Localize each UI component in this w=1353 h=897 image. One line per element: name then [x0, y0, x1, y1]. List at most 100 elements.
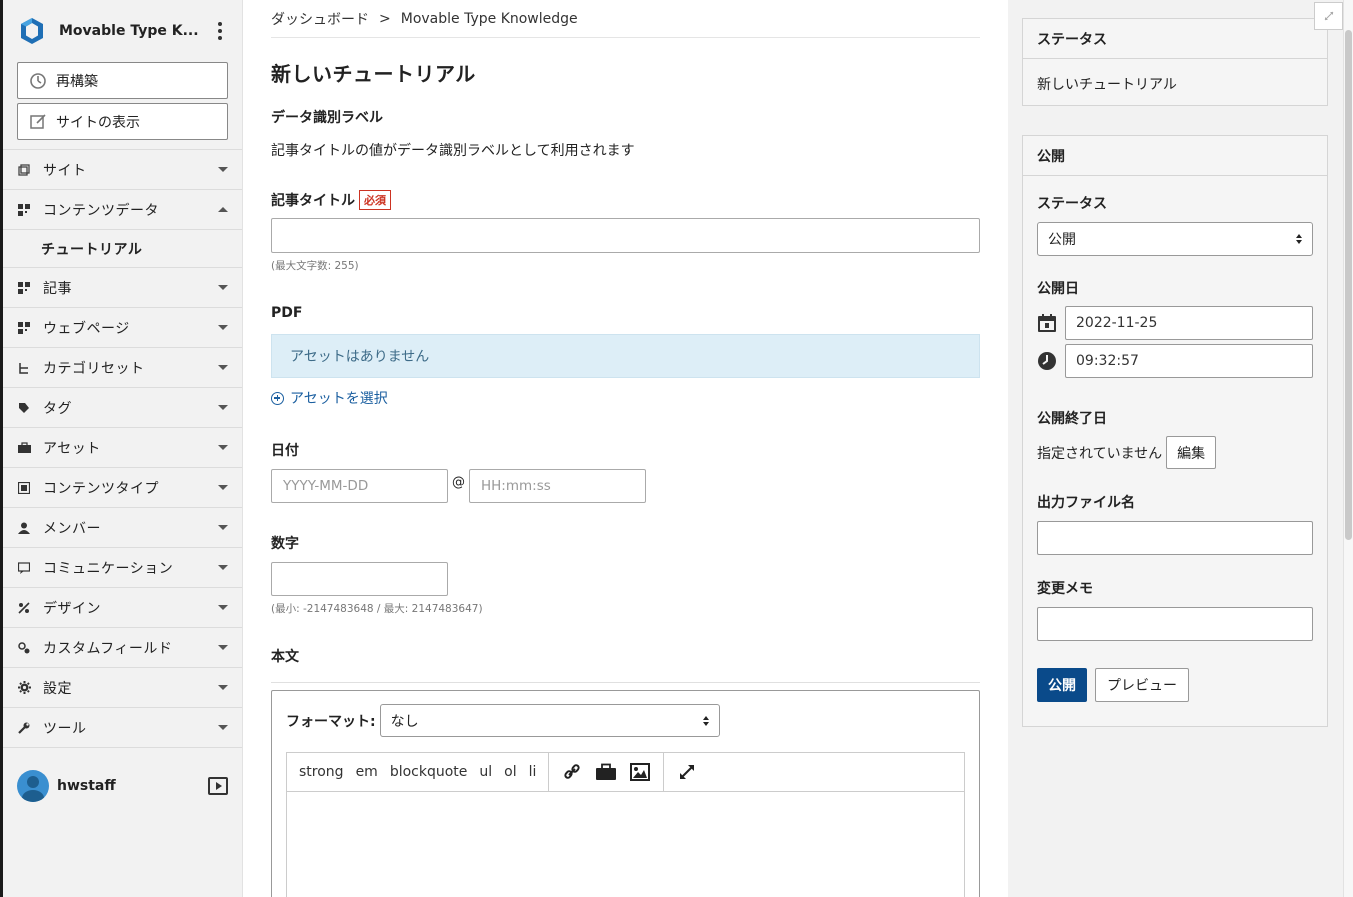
- pubdate-date-input[interactable]: 2022-11-25: [1065, 306, 1313, 340]
- scrollbar-thumb[interactable]: [1345, 30, 1352, 540]
- image-insert-icon[interactable]: [623, 757, 657, 787]
- no-asset-message: アセットはありません: [271, 334, 980, 378]
- pubtime-row: 09:32:57: [1037, 344, 1313, 378]
- revision-memo-label: 変更メモ: [1037, 581, 1093, 597]
- username[interactable]: hwstaff: [57, 778, 208, 794]
- sidebar-item-communication[interactable]: コミュニケーション: [3, 548, 242, 588]
- li-button[interactable]: li: [523, 764, 543, 780]
- select-arrows-icon: [702, 715, 709, 726]
- blockquote-button[interactable]: blockquote: [384, 764, 474, 780]
- number-input[interactable]: [271, 562, 448, 596]
- sidebar-item-asset[interactable]: アセット: [3, 428, 242, 468]
- body-editor: フォーマット: なし strong em blockquote ul ol li: [271, 690, 980, 897]
- sidebar-item-entry[interactable]: 記事: [3, 268, 242, 308]
- title-field-label-row: 記事タイトル 必須: [271, 190, 980, 210]
- sidebar-item-site[interactable]: サイト: [3, 150, 242, 190]
- breadcrumb-dashboard[interactable]: ダッシュボード: [271, 9, 369, 29]
- sidebar-item-category-set[interactable]: カテゴリセット: [3, 348, 242, 388]
- status-panel-title: ステータス: [1023, 19, 1327, 59]
- sidebar-item-design[interactable]: デザイン: [3, 588, 242, 628]
- pdf-field-label: PDF: [271, 305, 303, 321]
- communication-icon: [17, 561, 31, 575]
- link-icon[interactable]: [555, 757, 589, 787]
- sidebar-item-member[interactable]: メンバー: [3, 508, 242, 548]
- action-buttons: 公開 プレビュー: [1037, 668, 1313, 702]
- sidebar-item-content-data[interactable]: コンテンツデータ: [3, 190, 242, 230]
- gear-icon: [17, 681, 31, 695]
- logout-icon[interactable]: [208, 777, 228, 795]
- body-textarea[interactable]: [286, 792, 965, 897]
- toolbar-view-group: [664, 753, 710, 791]
- asset-insert-icon[interactable]: [589, 757, 623, 787]
- member-icon: [17, 521, 31, 535]
- date-field-label: 日付: [271, 443, 299, 459]
- breadcrumb: ダッシュボード > Movable Type Knowledge: [271, 0, 980, 38]
- basename-label: 出力ファイル名: [1037, 495, 1135, 511]
- data-label-description: 記事タイトルの値がデータ識別ラベルとして利用されます: [271, 143, 635, 159]
- avatar[interactable]: [17, 770, 49, 802]
- resize-corner-icon[interactable]: [1314, 2, 1343, 30]
- entry-icon: [17, 281, 31, 295]
- unpublish-row: 指定されていません 編集: [1037, 436, 1313, 469]
- chevron-down-icon: [218, 725, 228, 730]
- status-select[interactable]: 公開: [1037, 222, 1313, 256]
- sidebar-item-tools[interactable]: ツール: [3, 708, 242, 748]
- edit-unpublish-button[interactable]: 編集: [1166, 436, 1217, 469]
- page-title: 新しいチュートリアル: [271, 62, 476, 86]
- ol-button[interactable]: ol: [498, 764, 522, 780]
- status-select-value: 公開: [1048, 232, 1076, 248]
- body-divider: [271, 682, 980, 683]
- date-input[interactable]: YYYY-MM-DD: [271, 469, 448, 503]
- page-scrollbar[interactable]: [1343, 0, 1353, 897]
- ul-button[interactable]: ul: [473, 764, 498, 780]
- unpublish-value: 指定されていません: [1037, 445, 1163, 462]
- title-input[interactable]: [271, 218, 980, 253]
- select-arrows-icon: [1296, 234, 1302, 244]
- status-panel: ステータス 新しいチュートリアル: [1022, 18, 1328, 106]
- breadcrumb-site[interactable]: Movable Type Knowledge: [401, 11, 578, 27]
- required-badge: 必須: [359, 190, 391, 210]
- main-content: ダッシュボード > Movable Type Knowledge 新しいチュート…: [271, 0, 980, 897]
- revision-memo-input[interactable]: [1037, 607, 1313, 641]
- publish-button[interactable]: 公開: [1037, 668, 1087, 702]
- basename-input[interactable]: [1037, 521, 1313, 555]
- title-hint: (最大文字数: 255): [271, 260, 359, 272]
- select-asset-link[interactable]: アセットを選択: [271, 388, 980, 408]
- strong-button[interactable]: strong: [293, 764, 350, 780]
- site-name[interactable]: Movable Type K...: [59, 23, 212, 39]
- content-data-icon: [17, 203, 31, 217]
- movable-type-logo-icon[interactable]: [17, 16, 47, 46]
- format-select[interactable]: なし: [379, 704, 720, 737]
- sidebar-item-content-type[interactable]: コンテンツタイプ: [3, 468, 242, 508]
- chevron-down-icon: [218, 325, 228, 330]
- tag-icon: [17, 401, 31, 415]
- wrench-icon: [17, 721, 31, 735]
- sidebar-item-tag[interactable]: タグ: [3, 388, 242, 428]
- calendar-icon[interactable]: [1037, 313, 1065, 333]
- chevron-down-icon: [218, 605, 228, 610]
- more-menu-icon[interactable]: [212, 22, 228, 40]
- breadcrumb-separator: >: [379, 10, 391, 27]
- em-button[interactable]: em: [350, 764, 384, 780]
- chevron-down-icon: [218, 525, 228, 530]
- rebuild-button[interactable]: 再構築: [17, 62, 228, 99]
- preview-button[interactable]: プレビュー: [1095, 668, 1189, 702]
- view-site-button[interactable]: サイトの表示: [17, 103, 228, 140]
- sidebar-subitem-tutorial[interactable]: チュートリアル: [3, 230, 242, 268]
- chevron-up-icon: [218, 207, 228, 212]
- pubdate-time-input[interactable]: 09:32:57: [1065, 344, 1313, 378]
- rebuild-icon: [28, 71, 48, 91]
- sidebar-item-webpage[interactable]: ウェブページ: [3, 308, 242, 348]
- fullscreen-icon[interactable]: [670, 757, 704, 787]
- number-hint: (最小: -2147483648 / 最大: 2147483647): [271, 603, 483, 615]
- user-row: hwstaff: [17, 770, 228, 802]
- view-site-label: サイトの表示: [56, 114, 140, 131]
- sidebar-item-custom-field[interactable]: カスタムフィールド: [3, 628, 242, 668]
- site-icon: [17, 163, 31, 177]
- editor-toolbar: strong em blockquote ul ol li: [286, 752, 965, 792]
- sidebar-item-settings[interactable]: 設定: [3, 668, 242, 708]
- time-input[interactable]: HH:mm:ss: [469, 469, 646, 503]
- custom-field-icon: [17, 641, 31, 655]
- chevron-down-icon: [218, 485, 228, 490]
- clock-icon[interactable]: [1037, 351, 1065, 371]
